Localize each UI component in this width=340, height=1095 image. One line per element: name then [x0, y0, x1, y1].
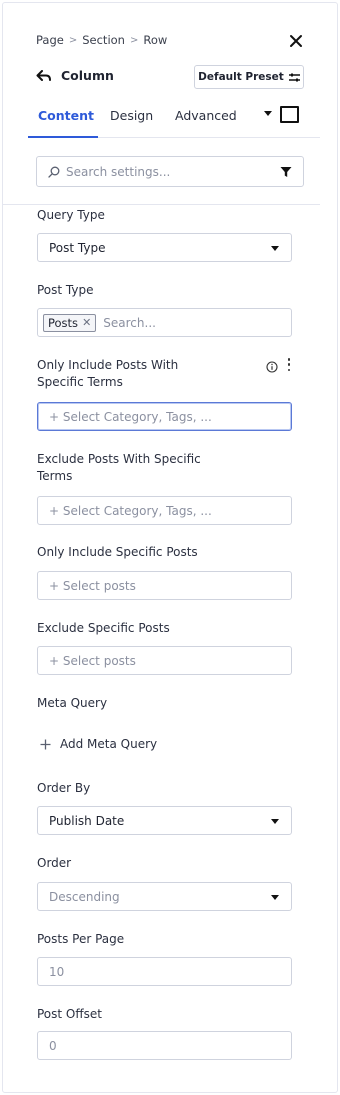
include-terms-label-line1: Only Include Posts With: [37, 358, 179, 372]
exclude-terms-label: Exclude Posts With Specific Terms: [37, 451, 201, 485]
exclude-posts-label: Exclude Specific Posts: [37, 621, 170, 635]
breadcrumb: Page > Section > Row: [36, 33, 167, 47]
search-icon: [48, 166, 60, 178]
back-label: Column: [61, 68, 114, 83]
order-by-label: Order By: [37, 781, 91, 795]
order-select[interactable]: Descending: [37, 882, 292, 911]
exclude-posts-select[interactable]: + Select posts: [37, 646, 292, 675]
breadcrumb-item-section[interactable]: Section: [82, 33, 125, 47]
post-type-tag: Posts ✕: [43, 313, 97, 332]
exclude-terms-label-line2: Terms: [37, 469, 73, 483]
active-tab-indicator: [28, 136, 98, 138]
post-type-tag-label: Posts: [48, 315, 79, 330]
search-placeholder: Search settings...: [66, 164, 171, 179]
add-meta-query-label: Add Meta Query: [60, 737, 158, 751]
posts-per-page-label: Posts Per Page: [37, 932, 125, 946]
divider: [2, 204, 320, 205]
caret-down-icon[interactable]: [264, 111, 272, 116]
post-offset-value: 0: [49, 1038, 57, 1053]
search-settings-input[interactable]: Search settings...: [36, 156, 304, 187]
query-type-value: Post Type: [49, 240, 106, 255]
caret-down-icon: [271, 246, 279, 251]
exclude-terms-placeholder: + Select Category, Tags, ...: [49, 503, 212, 518]
back-to-column-button[interactable]: Column: [36, 68, 114, 83]
filter-icon[interactable]: [280, 166, 292, 178]
tab-bar: Content Design Advanced: [28, 102, 320, 138]
meta-query-label: Meta Query: [37, 696, 108, 710]
posts-per-page-value: 10: [49, 964, 65, 979]
tab-advanced[interactable]: Advanced: [175, 108, 237, 123]
remove-tag-icon[interactable]: ✕: [82, 316, 91, 329]
breadcrumb-separator-icon: >: [129, 34, 139, 46]
include-terms-label: Only Include Posts With Specific Terms: [37, 357, 178, 391]
query-type-select[interactable]: Post Type: [37, 233, 292, 262]
order-value: Descending: [49, 889, 120, 904]
exclude-posts-placeholder: + Select posts: [49, 653, 136, 668]
square-icon[interactable]: [280, 106, 299, 123]
tab-content[interactable]: Content: [38, 108, 94, 123]
post-offset-input[interactable]: 0: [37, 1031, 292, 1060]
post-type-search-placeholder: Search...: [103, 315, 156, 330]
post-type-label: Post Type: [37, 283, 94, 297]
exclude-terms-label-line1: Exclude Posts With Specific: [37, 452, 201, 466]
post-offset-label: Post Offset: [37, 1007, 102, 1021]
back-arrow-icon: [36, 69, 51, 81]
order-by-select[interactable]: Publish Date: [37, 806, 292, 835]
default-preset-button[interactable]: Default Preset: [194, 65, 304, 89]
include-terms-label-line2: Specific Terms: [37, 375, 123, 389]
close-icon[interactable]: [288, 33, 304, 49]
breadcrumb-separator-icon: >: [68, 34, 78, 46]
preset-icon: [288, 73, 300, 81]
caret-down-icon: [271, 895, 279, 900]
include-posts-select[interactable]: + Select posts: [37, 571, 292, 600]
posts-per-page-input[interactable]: 10: [37, 957, 292, 986]
add-meta-query-button[interactable]: Add Meta Query: [40, 737, 157, 751]
caret-down-icon: [271, 819, 279, 824]
breadcrumb-item-row[interactable]: Row: [143, 33, 167, 47]
include-terms-placeholder: + Select Category, Tags, ...: [49, 409, 212, 424]
preset-label: Default Preset: [198, 71, 284, 83]
query-type-label: Query Type: [37, 208, 105, 222]
exclude-terms-select[interactable]: + Select Category, Tags, ...: [37, 496, 292, 525]
plus-icon: [40, 739, 51, 749]
breadcrumb-item-page[interactable]: Page: [36, 33, 64, 47]
order-label: Order: [37, 856, 72, 870]
include-posts-placeholder: + Select posts: [49, 578, 136, 593]
tab-design[interactable]: Design: [110, 108, 153, 123]
kebab-icon[interactable]: [287, 358, 291, 371]
info-icon[interactable]: [266, 358, 278, 373]
include-terms-select[interactable]: + Select Category, Tags, ...: [37, 402, 292, 431]
include-posts-label: Only Include Specific Posts: [37, 545, 198, 559]
post-type-multiselect[interactable]: Posts ✕ Search...: [37, 308, 292, 337]
order-by-value: Publish Date: [49, 813, 125, 828]
